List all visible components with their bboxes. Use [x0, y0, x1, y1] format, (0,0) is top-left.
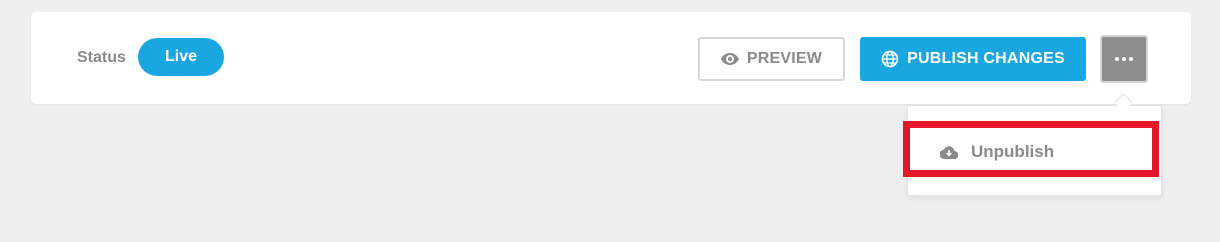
- publish-changes-button-label: PUBLISH CHANGES: [907, 50, 1065, 67]
- publish-changes-button[interactable]: PUBLISH CHANGES: [860, 37, 1086, 81]
- globe-icon: [881, 50, 899, 68]
- cloud-download-icon: [940, 145, 958, 159]
- menu-item-unpublish[interactable]: Unpublish: [908, 125, 1161, 179]
- preview-button[interactable]: PREVIEW: [698, 37, 845, 81]
- publish-toolbar-card: Status Live PREVIEW PUBLISH CHANGES: [31, 12, 1191, 104]
- more-horizontal-icon: [1115, 57, 1133, 61]
- preview-button-label: PREVIEW: [746, 50, 823, 67]
- menu-item-label: Unpublish: [971, 142, 1055, 161]
- status-badge: Live: [138, 38, 224, 76]
- more-options-button[interactable]: [1100, 35, 1148, 83]
- more-options-dropdown: Unpublish: [907, 105, 1162, 196]
- status-label: Status: [77, 49, 126, 66]
- eye-icon: [720, 53, 739, 65]
